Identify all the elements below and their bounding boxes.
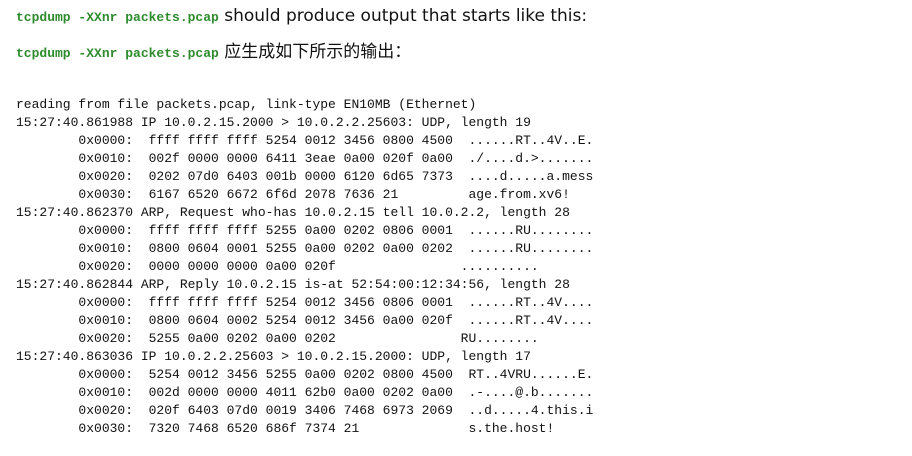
output-line: 0x0010: 002f 0000 0000 6411 3eae 0a00 02… — [16, 151, 594, 166]
output-line: 15:27:40.863036 IP 10.0.2.2.25603 > 10.0… — [16, 349, 531, 364]
output-line: 0x0010: 0800 0604 0002 5254 0012 3456 0a… — [16, 313, 594, 328]
tcpdump-command: tcpdump -XXnr packets.pcap — [16, 46, 219, 61]
output-line: 0x0000: ffff ffff ffff 5255 0a00 0202 08… — [16, 223, 594, 238]
intro-line-english: tcpdump -XXnr packets.pcap should produc… — [16, 6, 587, 28]
intro-text-english: should produce output that starts like t… — [218, 6, 588, 26]
output-line: 0x0030: 6167 6520 6672 6f6d 2078 7636 21… — [16, 187, 570, 202]
tcpdump-command: tcpdump -XXnr packets.pcap — [16, 10, 219, 25]
output-line: 15:27:40.862370 ARP, Request who-has 10.… — [16, 205, 570, 220]
tcpdump-output-block: reading from file packets.pcap, link-typ… — [16, 96, 593, 438]
output-line: 0x0020: 0000 0000 0000 0a00 020f .......… — [16, 259, 539, 274]
output-line: 0x0000: ffff ffff ffff 5254 0012 3456 08… — [16, 295, 594, 310]
output-line: 0x0020: 5255 0a00 0202 0a00 0202 RU.....… — [16, 331, 539, 346]
output-line: 0x0020: 0202 07d0 6403 001b 0000 6120 6d… — [16, 169, 594, 184]
output-line: 15:27:40.861988 IP 10.0.2.15.2000 > 10.0… — [16, 115, 531, 130]
intro-line-chinese: tcpdump -XXnr packets.pcap 应生成如下所示的输出： — [16, 42, 411, 64]
output-line: 0x0030: 7320 7468 6520 686f 7374 21 s.th… — [16, 421, 555, 436]
output-line: 0x0000: ffff ffff ffff 5254 0012 3456 08… — [16, 133, 594, 148]
output-line: reading from file packets.pcap, link-typ… — [16, 97, 477, 112]
output-line: 0x0010: 002d 0000 0000 4011 62b0 0a00 02… — [16, 385, 594, 400]
intro-text-chinese: 应生成如下所示的输出： — [218, 42, 412, 62]
output-line: 0x0010: 0800 0604 0001 5255 0a00 0202 0a… — [16, 241, 594, 256]
output-line: 0x0020: 020f 6403 07d0 0019 3406 7468 69… — [16, 403, 594, 418]
output-line: 0x0000: 5254 0012 3456 5255 0a00 0202 08… — [16, 367, 594, 382]
output-line: 15:27:40.862844 ARP, Reply 10.0.2.15 is-… — [16, 277, 570, 292]
